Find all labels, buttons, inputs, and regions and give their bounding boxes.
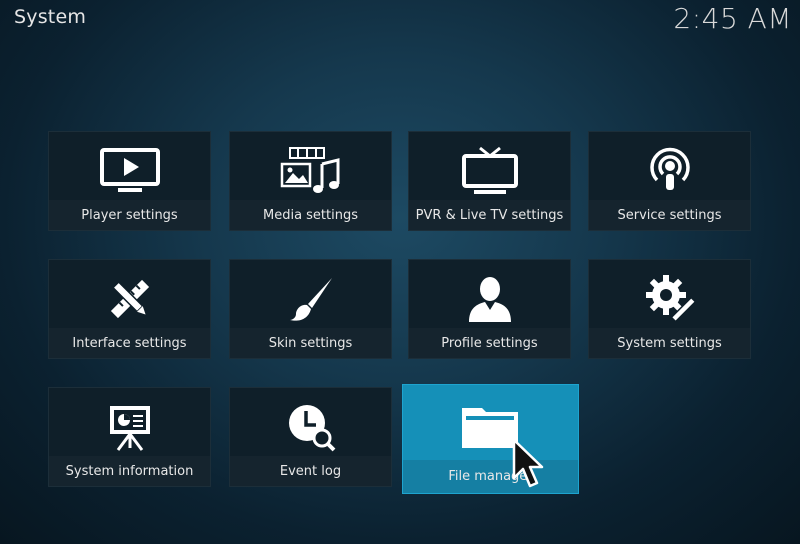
tile-label: Event log xyxy=(230,456,391,486)
monitor-play-icon xyxy=(49,142,210,200)
tile-system-settings[interactable]: System settings xyxy=(588,259,751,359)
tile-label: System information xyxy=(49,456,210,486)
tile-label: Media settings xyxy=(230,200,391,230)
pencil-ruler-icon xyxy=(49,270,210,328)
tile-label: File manager xyxy=(403,460,578,493)
clock: 2:45 AM xyxy=(673,2,792,35)
presentation-board-icon xyxy=(49,398,210,456)
tile-label: Profile settings xyxy=(409,328,570,358)
clock-search-icon xyxy=(230,398,391,456)
page-title: System xyxy=(14,6,87,28)
gear-wrench-icon xyxy=(589,270,750,328)
tile-system-information[interactable]: System information xyxy=(48,387,211,487)
tile-profile-settings[interactable]: Profile settings xyxy=(408,259,571,359)
tile-label: PVR & Live TV settings xyxy=(409,200,570,230)
tile-label: Player settings xyxy=(49,200,210,230)
tile-label: System settings xyxy=(589,328,750,358)
folder-icon xyxy=(403,393,578,459)
tile-media-settings[interactable]: Media settings xyxy=(229,131,392,231)
tv-antenna-icon xyxy=(409,142,570,200)
paintbrush-icon xyxy=(230,270,391,328)
tile-event-log[interactable]: Event log xyxy=(229,387,392,487)
mouse-pointer-icon xyxy=(512,438,546,494)
media-files-icon xyxy=(230,142,391,200)
tile-interface-settings[interactable]: Interface settings xyxy=(48,259,211,359)
tile-pvr-live-tv-settings[interactable]: PVR & Live TV settings xyxy=(408,131,571,231)
tile-label: Interface settings xyxy=(49,328,210,358)
tile-label: Service settings xyxy=(589,200,750,230)
broadcast-icon xyxy=(589,142,750,200)
tile-skin-settings[interactable]: Skin settings xyxy=(229,259,392,359)
tile-player-settings[interactable]: Player settings xyxy=(48,131,211,231)
user-icon xyxy=(409,270,570,328)
tile-file-manager[interactable]: File manager xyxy=(402,384,579,494)
tile-service-settings[interactable]: Service settings xyxy=(588,131,751,231)
tile-label: Skin settings xyxy=(230,328,391,358)
